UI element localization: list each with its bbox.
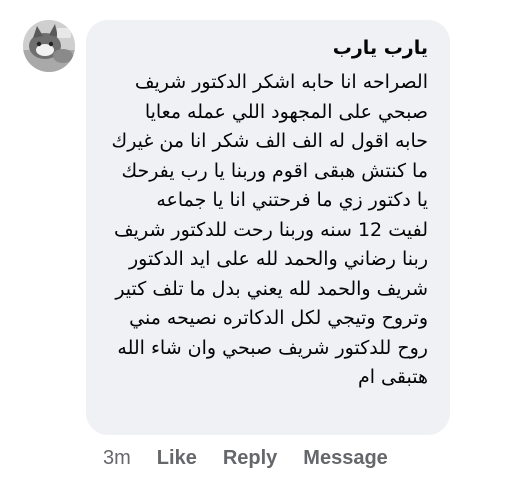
comment-line: لفيت 12 سنه وربنا رحت للدكتور شريف — [114, 218, 428, 241]
message-button[interactable]: Message — [303, 447, 388, 470]
comment-actions: 3m Like Reply Message — [103, 443, 388, 473]
comment-line: الصراحه انا حابه اشكر الدكتور شريف — [134, 71, 428, 93]
comment-line: شريف والحمد لله يعني بدل ما تلف كتير — [115, 277, 428, 300]
comment-bubble: يارب يارب الصراحه انا حابه اشكر الدكتور … — [86, 20, 450, 435]
comment-line: صبحي على المجهود اللي عمله معايا — [144, 100, 428, 123]
comment-line: ما كنتش هبقى اقوم وربنا يا رب يفرحك — [121, 159, 428, 182]
comment-line: ربنا رضاني والحمد لله على ايد الدكتور — [129, 248, 428, 270]
comment-author[interactable]: يارب يارب — [100, 36, 428, 60]
like-button[interactable]: Like — [157, 447, 197, 470]
comment-line: حابه اقول له الف الف شكر انا من غيرك — [111, 130, 428, 152]
avatar[interactable] — [23, 20, 75, 72]
comment-item: يارب يارب الصراحه انا حابه اشكر الدكتور … — [0, 0, 525, 496]
comment-line: روح للدكتور شريف صبحي وان شاء الله — [117, 336, 428, 359]
comment-line: هتبقى ام — [357, 366, 428, 388]
avatar-image — [23, 20, 75, 72]
reply-button[interactable]: Reply — [223, 447, 277, 470]
comment-line: يا دكتور زي ما فرحتني انا يا جماعه — [156, 189, 428, 211]
comment-text: الصراحه انا حابه اشكر الدكتور شريف صبحي … — [100, 68, 428, 393]
comment-line: وتروح وتيجي لكل الدكاتره نصيحه مني — [129, 307, 428, 329]
comment-timestamp[interactable]: 3m — [103, 447, 131, 470]
